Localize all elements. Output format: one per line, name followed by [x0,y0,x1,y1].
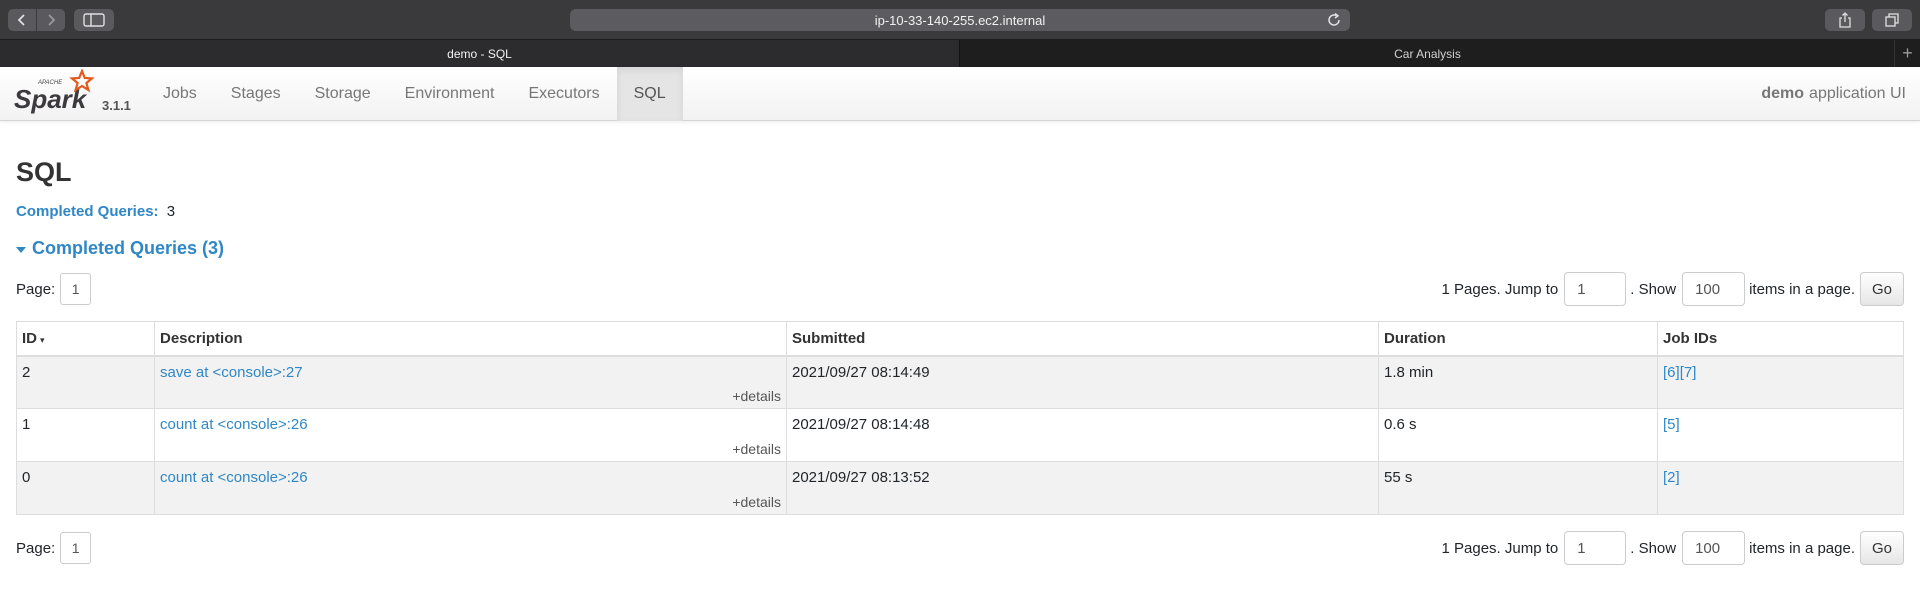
nav-storage[interactable]: Storage [298,67,388,121]
show-text: . Show [1630,539,1677,557]
tab-strip: demo - SQL Car Analysis + [0,40,1920,67]
header-job-ids[interactable]: Job IDs [1657,321,1904,357]
details-toggle[interactable]: +details [732,441,781,457]
cell-id: 0 [16,461,155,515]
cell-submitted: 2021/09/27 08:14:48 [786,408,1379,462]
forward-button[interactable] [36,9,64,31]
page-indicator: Page: 1 [16,531,92,565]
sort-desc-icon: ▾ [40,335,45,345]
back-button[interactable] [8,9,36,31]
items-text: items in a page. [1749,280,1855,298]
address-bar[interactable]: ip-10-33-140-255.ec2.internal [570,9,1350,31]
details-toggle[interactable]: +details [732,494,781,510]
details-toggle[interactable]: +details [732,388,781,404]
nav-sql[interactable]: SQL [616,67,683,121]
nav-jobs[interactable]: Jobs [146,67,214,121]
nav-stages[interactable]: Stages [214,67,298,121]
page-number-button[interactable]: 1 [60,273,92,305]
section-title: Completed Queries (3) [32,238,225,258]
header-submitted[interactable]: Submitted [786,321,1379,357]
page-size-input[interactable]: 100 [1682,531,1746,565]
page-title: SQL [16,157,72,187]
browser-toolbar: ip-10-33-140-255.ec2.internal [0,0,1920,40]
pages-text: 1 Pages. Jump to [1441,539,1559,557]
tabs-overview-icon [1885,13,1899,27]
nav-executors[interactable]: Executors [511,67,616,121]
page-size-input[interactable]: 100 [1682,272,1746,306]
page-indicator: Page: 1 [16,272,92,306]
tab-car-analysis[interactable]: Car Analysis [961,40,1894,67]
show-text: . Show [1630,280,1677,298]
completed-queries-table: ID ▾ Description Submitted Duration Job I… [16,321,1904,515]
cell-id: 2 [16,355,155,409]
tabs-overview-button[interactable] [1872,9,1912,31]
go-button[interactable]: Go [1860,272,1904,306]
pager-bottom: Page: 1 1 Pages. Jump to 1 . Show 100 it… [16,531,1904,565]
description-link[interactable]: count at <console>:26 [160,416,308,433]
new-tab-button[interactable]: + [1894,40,1920,67]
header-id-label: ID [22,330,37,347]
pages-text: 1 Pages. Jump to [1441,280,1559,298]
job-id-link[interactable]: [2] [1663,469,1680,486]
table-header-row: ID ▾ Description Submitted Duration Job I… [16,321,1904,357]
table-row: 2 save at <console>:27 +details 2021/09/… [16,355,1904,409]
cell-submitted: 2021/09/27 08:14:49 [786,355,1379,409]
completed-queries-count: 3 [166,203,176,220]
share-icon [1839,12,1851,28]
table-row: 0 count at <console>:26 +details 2021/09… [16,461,1904,515]
completed-queries-link[interactable]: Completed Queries: [16,203,159,220]
pager-top: Page: 1 1 Pages. Jump to 1 . Show 100 it… [16,272,1904,306]
description-link[interactable]: count at <console>:26 [160,469,308,486]
nav-buttons [8,9,65,31]
app-name-suffix: application UI [1809,85,1906,102]
spark-navbar: APACHE Spark 3.1.1 Jobs Stages Storage E… [0,67,1920,121]
cell-duration: 0.6 s [1378,408,1658,462]
cell-description: save at <console>:27 +details [154,355,787,409]
share-button[interactable] [1825,9,1865,31]
go-button[interactable]: Go [1860,531,1904,565]
sidebar-icon [83,13,105,27]
tab-demo-sql[interactable]: demo - SQL [0,40,960,67]
page-controls: 1 Pages. Jump to 1 . Show 100 items in a… [1441,272,1904,306]
cell-job-ids: [6][7] [1657,355,1904,409]
spark-brand[interactable]: APACHE Spark 3.1.1 [14,69,132,119]
app-name-bold: demo [1761,85,1805,102]
cell-duration: 55 s [1378,461,1658,515]
page-label: Page: [16,280,56,298]
cell-description: count at <console>:26 +details [154,461,787,515]
forward-icon [47,14,55,26]
page-number-button[interactable]: 1 [60,532,92,564]
sidebar-button[interactable] [74,9,114,31]
header-description[interactable]: Description [154,321,787,357]
jump-to-page-input[interactable]: 1 [1564,272,1627,306]
cell-duration: 1.8 min [1378,355,1658,409]
table-row: 1 count at <console>:26 +details 2021/09… [16,408,1904,462]
page-label: Page: [16,539,56,557]
url-text: ip-10-33-140-255.ec2.internal [874,13,1046,28]
items-text: items in a page. [1749,539,1855,557]
reload-icon[interactable] [1326,12,1342,28]
back-icon [17,14,25,26]
cell-description: count at <console>:26 +details [154,408,787,462]
completed-queries-summary: Completed Queries: 3 [16,203,175,220]
description-link[interactable]: save at <console>:27 [160,364,303,381]
jump-to-page-input[interactable]: 1 [1564,531,1627,565]
nav-links: Jobs Stages Storage Environment Executor… [146,67,683,121]
header-id[interactable]: ID ▾ [16,321,155,357]
spark-version: 3.1.1 [102,98,131,113]
cell-submitted: 2021/09/27 08:13:52 [786,461,1379,515]
app-name: demo application UI [1761,67,1906,121]
job-id-link[interactable]: [6] [1663,364,1680,381]
spark-logo: APACHE Spark [14,69,95,114]
completed-queries-toggle[interactable]: Completed Queries (3) [16,238,224,259]
nav-environment[interactable]: Environment [388,67,512,121]
header-duration[interactable]: Duration [1378,321,1658,357]
job-id-link[interactable]: [7] [1680,364,1697,381]
caret-down-icon [16,246,26,253]
cell-job-ids: [2] [1657,461,1904,515]
job-id-link[interactable]: [5] [1663,416,1680,433]
cell-id: 1 [16,408,155,462]
cell-job-ids: [5] [1657,408,1904,462]
page-controls: 1 Pages. Jump to 1 . Show 100 items in a… [1441,531,1904,565]
